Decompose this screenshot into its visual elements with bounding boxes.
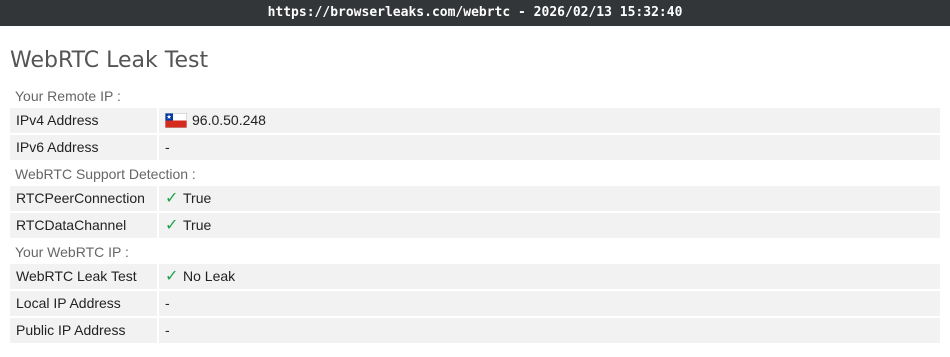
rtcpeerconnection-value-cell: ✓ True [159, 186, 940, 211]
table-row-rtcdatachannel: RTCDataChannel ✓ True [10, 213, 940, 238]
section-heading-webrtc-ip: Your WebRTC IP : [15, 244, 129, 260]
address-bar: https://browserleaks.com/webrtc - 2026/0… [0, 0, 950, 26]
leak-test-value-cell: ✓ No Leak [159, 264, 940, 289]
table-row-ipv4: IPv4 Address 96.0.50.248 [10, 108, 940, 133]
local-ip-label: Local IP Address [10, 291, 159, 316]
checkmark-icon: ✓ [165, 190, 179, 207]
rtcdatachannel-value: True [183, 217, 212, 233]
results-table: Your Remote IP : IPv4 Address 96.0.50.24… [10, 84, 940, 345]
table-row-ipv6: IPv6 Address - [10, 135, 940, 160]
chile-flag-icon [165, 113, 187, 128]
ipv4-label: IPv4 Address [10, 108, 159, 133]
table-row-leak-test: WebRTC Leak Test ✓ No Leak [10, 264, 940, 289]
table-row-local-ip: Local IP Address - [10, 291, 940, 316]
page-title: WebRTC Leak Test [10, 48, 209, 73]
section-heading-remote-ip: Your Remote IP : [15, 88, 121, 104]
public-ip-value: - [165, 322, 170, 338]
checkmark-icon: ✓ [165, 268, 179, 285]
local-ip-value: - [165, 295, 170, 311]
ipv4-value: 96.0.50.248 [192, 112, 266, 128]
ipv6-label: IPv6 Address [10, 135, 159, 160]
rtcpeerconnection-label: RTCPeerConnection [10, 186, 159, 211]
leak-test-value: No Leak [183, 268, 236, 284]
table-row-rtcpeerconnection: RTCPeerConnection ✓ True [10, 186, 940, 211]
rtcdatachannel-label: RTCDataChannel [10, 213, 159, 238]
section-heading-support: WebRTC Support Detection : [15, 166, 196, 182]
ipv4-value-cell: 96.0.50.248 [159, 108, 940, 133]
table-row-public-ip: Public IP Address - [10, 318, 940, 343]
rtcpeerconnection-value: True [183, 190, 212, 206]
public-ip-label: Public IP Address [10, 318, 159, 343]
ipv6-value: - [165, 139, 170, 155]
rtcdatachannel-value-cell: ✓ True [159, 213, 940, 238]
checkmark-icon: ✓ [165, 217, 179, 234]
leak-test-label: WebRTC Leak Test [10, 264, 159, 289]
